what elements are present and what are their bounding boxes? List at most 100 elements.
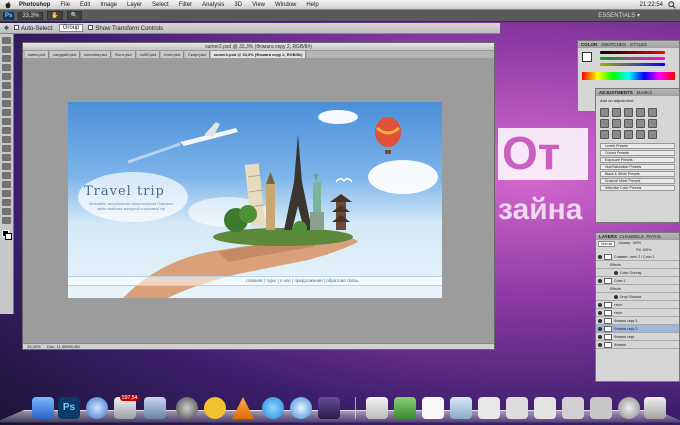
menu-filter[interactable]: Filter	[174, 2, 197, 8]
layer-row[interactable]: Color Overlay	[596, 269, 679, 277]
eye-icon[interactable]	[598, 254, 602, 259]
menu-view[interactable]: View	[247, 2, 270, 8]
window-thumb-icon[interactable]	[478, 397, 500, 419]
photoshop-dock-icon[interactable]: Ps	[58, 397, 80, 419]
doc-tab[interactable]: Скаут.psd	[184, 51, 210, 58]
preview-icon[interactable]	[144, 397, 166, 419]
history-brush-tool-icon[interactable]	[2, 118, 11, 125]
gradient-tool-icon[interactable]	[2, 136, 11, 143]
window-thumb-icon[interactable]	[506, 397, 528, 419]
healing-tool-icon[interactable]	[2, 91, 11, 98]
hand-tool-icon[interactable]	[2, 208, 11, 215]
menu-layer[interactable]: Layer	[122, 2, 147, 8]
color-ramp[interactable]	[582, 72, 675, 80]
workspace-switcher[interactable]: ESSENTIALS ▾	[598, 12, 640, 19]
zoom-tool-icon[interactable]	[2, 217, 11, 224]
invert-icon[interactable]	[600, 130, 609, 139]
posterize-icon[interactable]	[612, 130, 621, 139]
trash-icon[interactable]	[644, 397, 666, 419]
tab-paths[interactable]: PATHS	[646, 234, 660, 239]
preset-item[interactable]: Levels Presets	[600, 143, 675, 149]
pen-tool-icon[interactable]	[2, 163, 11, 170]
tab-color[interactable]: COLOR	[581, 42, 597, 47]
preset-item[interactable]: Selective Color Presets	[600, 185, 675, 191]
adium-duck-icon[interactable]	[204, 397, 226, 419]
clone-stamp-tool-icon[interactable]	[2, 109, 11, 116]
eye-icon[interactable]	[598, 302, 602, 307]
skype-icon[interactable]	[262, 397, 284, 419]
green-slider[interactable]	[600, 57, 665, 60]
auto-select-target[interactable]: Group	[58, 24, 84, 32]
eye-icon[interactable]	[598, 334, 602, 339]
spotlight-icon[interactable]	[668, 0, 676, 9]
layer-row[interactable]: текст	[596, 309, 679, 317]
eye-icon[interactable]	[598, 342, 602, 347]
doc-tab[interactable]: плот.psd	[161, 51, 184, 58]
eye-icon[interactable]	[614, 294, 618, 299]
color-balance-icon[interactable]	[612, 119, 621, 128]
menu-image[interactable]: Image	[95, 2, 122, 8]
canvas-artwork[interactable]: Travel trip Велкомем, мы решим все ваши …	[68, 102, 442, 298]
transform-checkbox[interactable]: Show Transform Controls	[88, 24, 163, 32]
hand-tool-icon[interactable]: ✋	[47, 11, 63, 20]
aperture-icon[interactable]	[176, 397, 198, 419]
brush-tool-icon[interactable]	[2, 100, 11, 107]
curves-icon[interactable]	[624, 108, 633, 117]
move-tool-icon[interactable]: ✥	[4, 25, 9, 32]
tab-styles[interactable]: STYLES	[630, 42, 647, 47]
layer-row[interactable]: Фомага серу 3	[596, 317, 679, 325]
red-slider[interactable]	[600, 51, 665, 54]
tab-layers[interactable]: LAYERS	[599, 234, 617, 239]
layer-row[interactable]: Фомага	[596, 341, 679, 349]
menu-window[interactable]: Window	[270, 2, 301, 8]
safari-icon[interactable]	[290, 397, 312, 419]
menu-analysis[interactable]: Analysis	[197, 2, 229, 8]
blur-tool-icon[interactable]	[2, 145, 11, 152]
blue-slider[interactable]	[600, 63, 665, 66]
file-icon[interactable]	[422, 397, 444, 419]
exposure-icon[interactable]	[636, 108, 645, 117]
menu-3d[interactable]: 3D	[229, 2, 247, 8]
menu-edit[interactable]: Edit	[75, 2, 95, 8]
preset-item[interactable]: Exposure Presets	[600, 157, 675, 163]
eye-icon[interactable]	[598, 326, 602, 331]
selective-color-icon[interactable]	[648, 130, 657, 139]
path-select-tool-icon[interactable]	[2, 181, 11, 188]
preset-item[interactable]: Black & White Presets	[600, 171, 675, 177]
window-thumb-icon[interactable]	[534, 397, 556, 419]
color-swatches[interactable]	[1, 230, 12, 240]
opacity-field[interactable]: Opacity: 100%	[618, 241, 641, 247]
layer-row[interactable]: Drop Shadow	[596, 293, 679, 301]
finder-icon[interactable]	[32, 397, 54, 419]
preset-item[interactable]: Curves Presets	[600, 150, 675, 156]
type-tool-icon[interactable]	[2, 172, 11, 179]
menu-select[interactable]: Select	[147, 2, 174, 8]
eye-icon[interactable]	[598, 310, 602, 315]
gradient-map-icon[interactable]	[636, 130, 645, 139]
eyedropper-tool-icon[interactable]	[2, 82, 11, 89]
eye-icon[interactable]	[614, 270, 618, 275]
doc-tab[interactable]: колонна.psd	[81, 51, 111, 58]
app-stack-icon[interactable]	[394, 397, 416, 419]
zoom-dropdown[interactable]: 33,3%	[18, 11, 44, 20]
tab-swatches[interactable]: SWATCHES	[601, 42, 626, 47]
layer-row[interactable]: Фомага серу	[596, 333, 679, 341]
3d-tool-icon[interactable]	[2, 199, 11, 206]
eye-icon[interactable]	[598, 318, 602, 323]
menu-file[interactable]: File	[55, 2, 75, 8]
mail-icon[interactable]: 597,54	[114, 395, 140, 419]
tab-adjustments[interactable]: ADJUSTMENTS	[599, 90, 633, 95]
preset-item[interactable]: Hue/Saturation Presets	[600, 164, 675, 170]
downloads-icon[interactable]	[618, 397, 640, 419]
apple-icon[interactable]	[4, 1, 12, 9]
threshold-icon[interactable]	[624, 130, 633, 139]
menu-app[interactable]: Photoshop	[14, 2, 55, 8]
folder-icon[interactable]	[450, 397, 472, 419]
imovie-icon[interactable]	[318, 397, 340, 419]
black-white-icon[interactable]	[624, 119, 633, 128]
levels-icon[interactable]	[612, 108, 621, 117]
brightness-icon[interactable]	[600, 108, 609, 117]
window-thumb-icon[interactable]	[590, 397, 612, 419]
document-stack-icon[interactable]	[366, 397, 388, 419]
dodge-tool-icon[interactable]	[2, 154, 11, 161]
